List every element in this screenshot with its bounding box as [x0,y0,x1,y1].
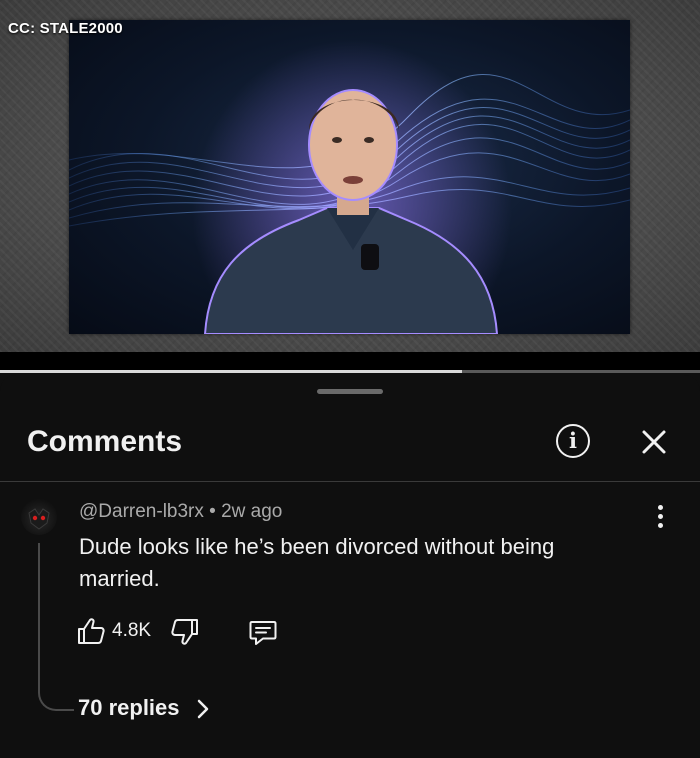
video-frame [69,20,630,334]
video-player[interactable]: CC: STALE2000 [0,0,700,352]
thumbs-up-icon[interactable] [76,616,106,646]
comments-panel: Comments i @Darren-lb3rx • 2w ago Dude l… [0,375,700,758]
comment-author[interactable]: @Darren-lb3rx [79,501,204,522]
panel-title: Comments [27,425,183,458]
like-count: 4.8K [112,620,152,641]
progress-bar-fill [0,370,462,373]
thread-connector-line [38,543,74,711]
avatar[interactable] [21,499,57,535]
info-icon[interactable]: i [556,424,590,458]
player-bottom-bar [0,352,700,370]
view-replies-link[interactable]: 70 replies [78,695,180,721]
more-options-icon[interactable] [648,505,672,533]
thumbs-down-icon[interactable] [170,617,200,647]
comment-time: 2w ago [221,501,283,522]
comment-text: Dude looks like he’s been divorced witho… [79,534,555,591]
credit-watermark: CC: STALE2000 [8,20,123,37]
close-icon[interactable] [638,426,670,458]
drag-handle[interactable] [317,389,383,394]
meta-separator: • [209,501,216,522]
reply-comment-icon[interactable] [248,617,278,647]
chevron-right-icon[interactable] [196,698,210,720]
comment-meta: @Darren-lb3rx • 2w ago [79,501,282,523]
avatar-image [28,508,50,530]
video-frame-image [69,40,630,334]
header-divider [0,481,700,482]
